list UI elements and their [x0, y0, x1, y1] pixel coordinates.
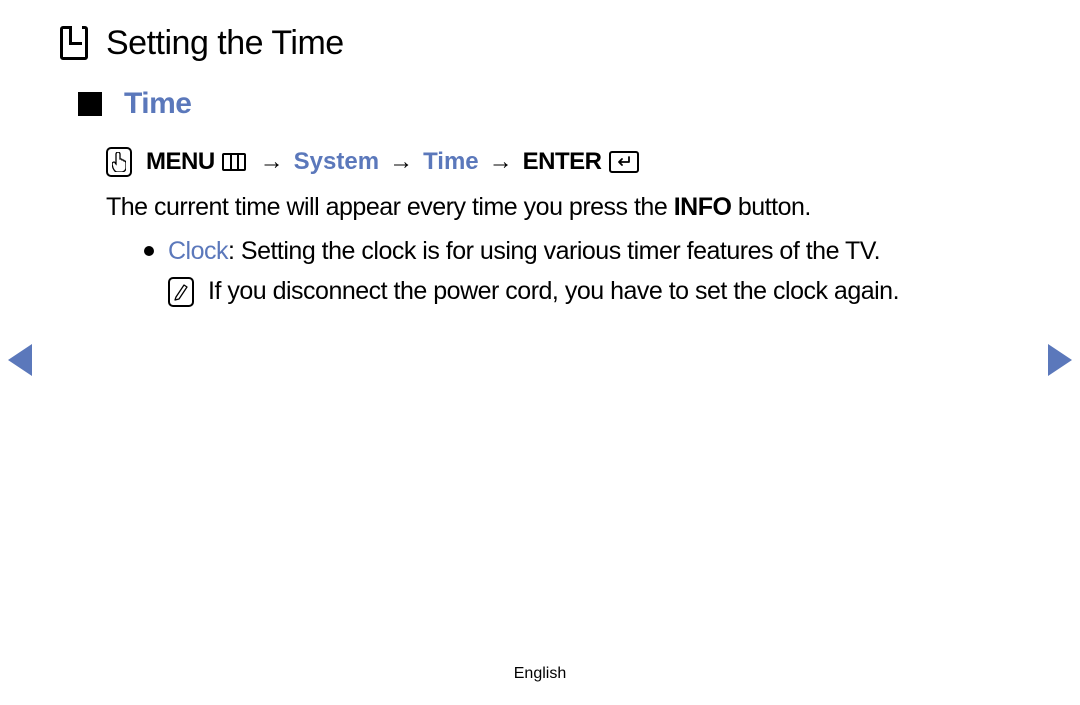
footer-language: English: [0, 665, 1080, 683]
page-content: Setting the Time Time MENU → System → Ti…: [0, 0, 1080, 308]
arrow-icon: →: [485, 148, 517, 176]
enter-return-icon: [609, 151, 639, 173]
note-text: If you disconnect the power cord, you ha…: [208, 275, 899, 309]
bullet-item: Clock: Setting the clock is for using va…: [144, 235, 1020, 269]
menu-label: MENU: [146, 148, 215, 176]
bullet-description: : Setting the clock is for using various…: [228, 237, 880, 265]
arrow-icon: →: [256, 148, 288, 176]
note-pencil-icon: [168, 277, 194, 307]
path-step-time: Time: [423, 148, 479, 176]
intro-text-bold: INFO: [674, 193, 732, 221]
intro-text: The current time will appear every time …: [106, 191, 1020, 225]
intro-text-post: button.: [731, 193, 810, 221]
section-row: Time: [78, 87, 1020, 121]
intro-text-pre: The current time will appear every time …: [106, 193, 674, 221]
next-page-button[interactable]: [1048, 344, 1072, 376]
round-bullet-icon: [144, 246, 154, 256]
note-row: If you disconnect the power cord, you ha…: [168, 275, 1020, 309]
enter-label: ENTER: [523, 148, 602, 176]
bookmark-icon: [60, 26, 88, 60]
arrow-icon: →: [385, 148, 417, 176]
menu-grid-icon: [222, 153, 246, 171]
section-title: Time: [124, 87, 191, 121]
page-title: Setting the Time: [106, 24, 344, 63]
clock-label: Clock: [168, 237, 228, 265]
section-bullet-icon: [78, 92, 102, 116]
prev-page-button[interactable]: [8, 344, 32, 376]
path-step-system: System: [294, 148, 379, 176]
page-title-row: Setting the Time: [60, 24, 1020, 63]
bullet-text: Clock: Setting the clock is for using va…: [168, 235, 880, 269]
hand-icon: [106, 147, 132, 177]
menu-path: MENU → System → Time → ENTER: [106, 147, 1020, 177]
